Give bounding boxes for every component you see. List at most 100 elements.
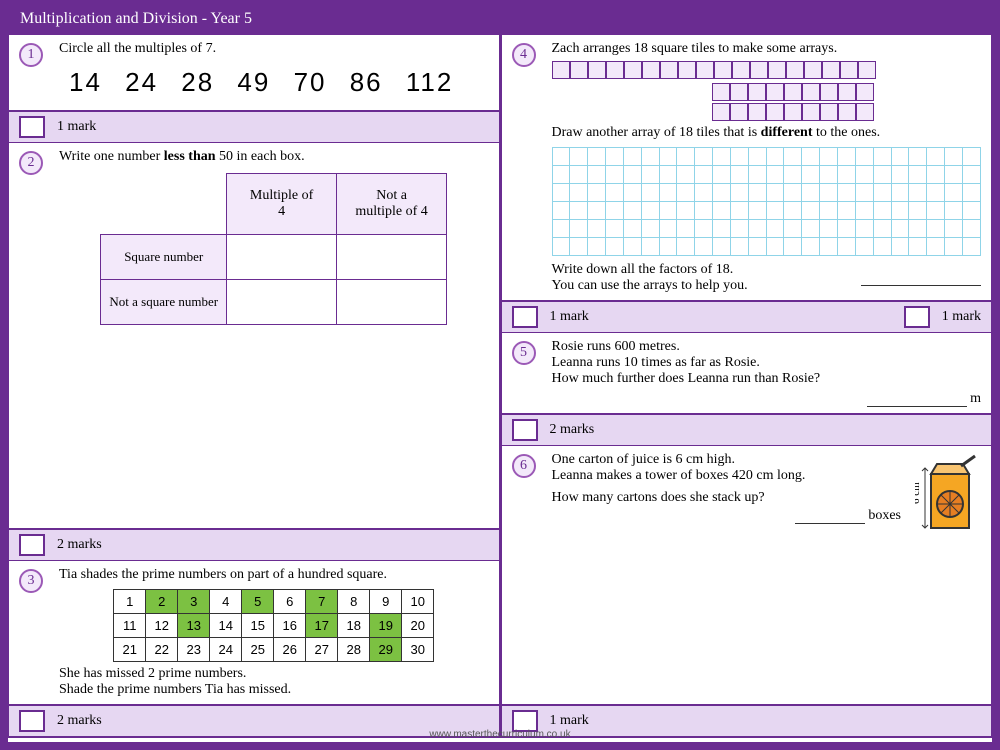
hundred-cell[interactable]: 2 <box>146 590 178 614</box>
q4-line2: Draw another array of 18 tiles that is d… <box>552 125 982 141</box>
hundred-cell[interactable]: 28 <box>338 638 370 662</box>
q6-dim-label: 6 cm <box>915 482 922 504</box>
q4-mark-label-b: 1 mark <box>942 309 981 325</box>
hundred-cell[interactable]: 12 <box>146 614 178 638</box>
q1-prompt: Circle all the multiples of 7. <box>59 41 489 57</box>
page-title: Multiplication and Division - Year 5 <box>20 10 252 27</box>
question-5: 5 Rosie runs 600 metres. Leanna runs 10 … <box>502 333 992 414</box>
q2-row1-header: Square number <box>101 235 227 280</box>
q2-mark-label: 2 marks <box>57 537 102 553</box>
q5-answer[interactable] <box>867 391 967 407</box>
hundred-cell[interactable]: 7 <box>306 590 338 614</box>
q4-markbox-b[interactable] <box>904 306 930 328</box>
hundred-cell[interactable]: 22 <box>146 638 178 662</box>
q6-mark-label: 1 mark <box>550 713 589 729</box>
q4-factors-row: Write down all the factors of 18. You ca… <box>552 262 982 294</box>
q4-drawing-grid[interactable] <box>552 147 982 256</box>
q4-number: 4 <box>512 43 536 67</box>
hundred-cell[interactable]: 8 <box>338 590 370 614</box>
q2-markbar: 2 marks <box>9 529 499 561</box>
content-columns: 1 Circle all the multiples of 7. 14 24 2… <box>8 34 992 738</box>
worksheet-page: Multiplication and Division - Year 5 1 C… <box>0 0 1000 750</box>
juice-carton-icon: 6 cm <box>915 454 979 534</box>
q2-cell-1-2[interactable] <box>337 235 447 280</box>
q5-mark-label: 2 marks <box>550 422 595 438</box>
question-4: 4 Zach arranges 18 square tiles to make … <box>502 35 992 301</box>
q3-number: 3 <box>19 569 43 593</box>
hundred-cell[interactable]: 11 <box>114 614 146 638</box>
hundred-cell[interactable]: 18 <box>338 614 370 638</box>
q2-cell-2-1[interactable] <box>227 280 337 325</box>
q1-number: 1 <box>19 43 43 67</box>
page-header: Multiplication and Division - Year 5 <box>8 8 992 34</box>
footer-url: www.masterthecurriculum.co.uk <box>8 729 992 740</box>
q4-array-2x9 <box>712 83 982 121</box>
q4-markbox-a[interactable] <box>512 306 538 328</box>
q5-markbar: 2 marks <box>502 414 992 446</box>
question-1: 1 Circle all the multiples of 7. 14 24 2… <box>9 35 499 111</box>
hundred-cell[interactable]: 6 <box>274 590 306 614</box>
hundred-cell[interactable]: 14 <box>210 614 242 638</box>
right-column: 4 Zach arranges 18 square tiles to make … <box>500 34 993 738</box>
q2-col2-header: Not a multiple of 4 <box>337 174 447 235</box>
hundred-cell[interactable]: 21 <box>114 638 146 662</box>
q1-markbox[interactable] <box>19 116 45 138</box>
q5-unit: m <box>970 391 981 406</box>
q5-l1: Rosie runs 600 metres. <box>552 339 982 355</box>
q2-cell-2-2[interactable] <box>337 280 447 325</box>
q6-number: 6 <box>512 454 536 478</box>
q6-l1: One carton of juice is 6 cm high. <box>552 452 902 468</box>
question-6: 6 One carton of juice is 6 cm high. Lean… <box>502 446 992 705</box>
hundred-cell[interactable]: 16 <box>274 614 306 638</box>
q1-mark-label: 1 mark <box>57 119 96 135</box>
q4-factors-l1: Write down all the factors of 18. <box>552 262 748 278</box>
q2-col1-header: Multiple of 4 <box>227 174 337 235</box>
hundred-cell[interactable]: 10 <box>402 590 434 614</box>
hundred-cell[interactable]: 15 <box>242 614 274 638</box>
hundred-cell[interactable]: 26 <box>274 638 306 662</box>
q6-l3: How many cartons does she stack up? <box>552 490 902 506</box>
hundred-cell[interactable]: 20 <box>402 614 434 638</box>
hundred-cell[interactable]: 9 <box>370 590 402 614</box>
q3-line2: Shade the prime numbers Tia has missed. <box>59 682 489 698</box>
q3-line1: She has missed 2 prime numbers. <box>59 666 489 682</box>
question-2: 2 Write one number less than 50 in each … <box>9 143 499 529</box>
hundred-cell[interactable]: 19 <box>370 614 402 638</box>
hundred-cell[interactable]: 30 <box>402 638 434 662</box>
hundred-cell[interactable]: 24 <box>210 638 242 662</box>
q4-array-1x18 <box>552 61 982 79</box>
q3-prompt: Tia shades the prime numbers on part of … <box>59 567 489 583</box>
left-column: 1 Circle all the multiples of 7. 14 24 2… <box>8 34 500 738</box>
hundred-cell[interactable]: 4 <box>210 590 242 614</box>
hundred-cell[interactable]: 5 <box>242 590 274 614</box>
q3-hundred-square[interactable]: 1234567891011121314151617181920212223242… <box>113 589 434 662</box>
q2-row2-header: Not a square number <box>101 280 227 325</box>
hundred-cell[interactable]: 25 <box>242 638 274 662</box>
q6-unit: boxes <box>868 508 901 523</box>
hundred-cell[interactable]: 13 <box>178 614 210 638</box>
q4-factors-answer[interactable] <box>861 270 981 286</box>
hundred-cell[interactable]: 27 <box>306 638 338 662</box>
q5-l2: Leanna runs 10 times as far as Rosie. <box>552 355 982 371</box>
q2-number: 2 <box>19 151 43 175</box>
question-3: 3 Tia shades the prime numbers on part o… <box>9 561 499 705</box>
q1-numbers[interactable]: 14 24 28 49 70 86 112 <box>69 67 489 98</box>
hundred-cell[interactable]: 17 <box>306 614 338 638</box>
q3-mark-label: 2 marks <box>57 713 102 729</box>
q6-l2: Leanna makes a tower of boxes 420 cm lon… <box>552 468 902 484</box>
hundred-cell[interactable]: 1 <box>114 590 146 614</box>
q2-table: Multiple of 4 Not a multiple of 4 Square… <box>100 173 447 325</box>
q4-mark-label-a: 1 mark <box>550 309 589 325</box>
hundred-cell[interactable]: 3 <box>178 590 210 614</box>
q4-factors-l2: You can use the arrays to help you. <box>552 278 748 294</box>
q2-prompt: Write one number less than 50 in each bo… <box>59 149 489 165</box>
q5-number: 5 <box>512 341 536 365</box>
q2-cell-1-1[interactable] <box>227 235 337 280</box>
q2-markbox[interactable] <box>19 534 45 556</box>
q4-prompt: Zach arranges 18 square tiles to make so… <box>552 41 982 57</box>
q6-answer[interactable] <box>795 508 865 524</box>
hundred-cell[interactable]: 29 <box>370 638 402 662</box>
q5-l3: How much further does Leanna run than Ro… <box>552 371 982 387</box>
q5-markbox[interactable] <box>512 419 538 441</box>
hundred-cell[interactable]: 23 <box>178 638 210 662</box>
